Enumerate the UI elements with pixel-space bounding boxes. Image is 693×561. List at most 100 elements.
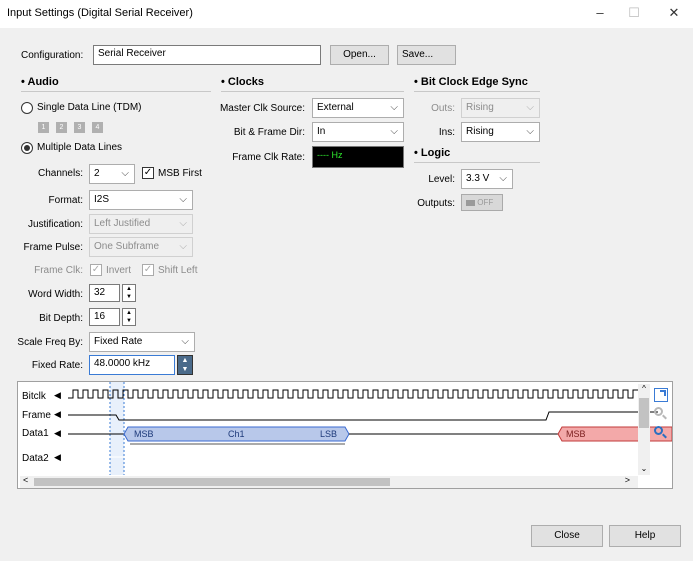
level-label: Level: bbox=[428, 174, 455, 185]
window-title: Input Settings (Digital Serial Receiver) bbox=[7, 7, 193, 19]
fixed-rate-label: Fixed Rate: bbox=[31, 360, 83, 371]
audio-divider bbox=[21, 91, 211, 92]
bit-frame-dir-select[interactable]: In ⌵ bbox=[312, 122, 404, 142]
scale-freq-label: Scale Freq By: bbox=[17, 337, 83, 348]
format-value: I2S bbox=[94, 194, 110, 205]
frame-clk-rate-display: ---- Hz bbox=[312, 146, 404, 168]
minimize-button[interactable]: – bbox=[586, 4, 614, 24]
format-label: Format: bbox=[48, 195, 83, 206]
format-select[interactable]: I2S ⌵ bbox=[89, 190, 193, 210]
data1-msb2-label: MSB bbox=[566, 429, 586, 439]
open-button[interactable]: Open... bbox=[330, 45, 389, 65]
channels-value: 2 bbox=[94, 168, 100, 179]
master-clk-source-label: Master Clk Source: bbox=[219, 103, 305, 114]
cursor-band bbox=[110, 382, 124, 475]
close-button[interactable]: Close bbox=[531, 525, 603, 547]
lane-chip-4[interactable]: 4 bbox=[92, 122, 103, 133]
scale-freq-select[interactable]: Fixed Rate ⌵ bbox=[89, 332, 195, 352]
clocks-heading: • Clocks bbox=[221, 76, 264, 88]
frame-waveform bbox=[68, 411, 658, 421]
chevron-down-icon: ⌵ bbox=[179, 218, 187, 229]
vertical-scroll-thumb[interactable] bbox=[639, 398, 649, 428]
clocks-divider bbox=[221, 91, 404, 92]
justification-value: Left Justified bbox=[94, 218, 151, 229]
data1-ch1-label: Ch1 bbox=[228, 429, 245, 439]
msb-first-checkbox[interactable]: ✓ bbox=[142, 167, 154, 179]
chevron-down-icon: ⌵ bbox=[526, 102, 534, 113]
outs-label: Outs: bbox=[431, 103, 455, 114]
fixed-rate-input[interactable]: 48.0000 kHz bbox=[89, 355, 175, 375]
shift-left-checkbox[interactable]: ✓ bbox=[142, 264, 154, 276]
chevron-down-icon: ⌵ bbox=[390, 102, 398, 113]
scroll-right-icon[interactable]: > bbox=[625, 475, 630, 485]
channels-label: Channels: bbox=[37, 168, 83, 179]
bit-depth-label: Bit Depth: bbox=[39, 313, 83, 324]
chevron-down-icon: ⌵ bbox=[499, 173, 507, 184]
single-data-line-label: Single Data Line (TDM) bbox=[37, 102, 142, 113]
msb-first-label: MSB First bbox=[158, 168, 202, 179]
arrow-left-icon: ◀ bbox=[54, 452, 61, 462]
word-width-spinner[interactable]: ▲ ▼ bbox=[122, 284, 136, 302]
signal-label-data2: Data2 bbox=[22, 453, 49, 464]
word-width-input[interactable]: 32 bbox=[89, 284, 120, 302]
popout-icon[interactable] bbox=[654, 388, 668, 402]
save-button[interactable]: Save... bbox=[397, 45, 456, 65]
master-clk-source-select[interactable]: External ⌵ bbox=[312, 98, 404, 118]
chevron-down-icon: ⌵ bbox=[390, 126, 398, 137]
vertical-scrollbar[interactable]: ^ ⌄ bbox=[638, 384, 650, 475]
waveform-panel[interactable]: Bitclk Frame Data1 Data2 ◀ ◀ ◀ ◀ MSB Ch1… bbox=[17, 381, 673, 489]
chevron-down-icon: ⌵ bbox=[179, 241, 187, 252]
outs-value: Rising bbox=[466, 102, 494, 113]
bitclk-waveform bbox=[68, 389, 638, 399]
signal-label-data1: Data1 bbox=[22, 428, 49, 439]
maximize-button[interactable]: ☐ bbox=[620, 4, 648, 24]
bit-frame-dir-label: Bit & Frame Dir: bbox=[233, 127, 305, 138]
ins-label: Ins: bbox=[438, 127, 455, 138]
scroll-down-icon[interactable]: ⌄ bbox=[638, 464, 650, 473]
zoom-out-icon[interactable] bbox=[654, 426, 668, 440]
channels-select[interactable]: 2 ⌵ bbox=[89, 164, 135, 184]
configuration-field[interactable]: Serial Receiver bbox=[93, 45, 321, 65]
frame-pulse-select[interactable]: One Subframe ⌵ bbox=[89, 237, 193, 257]
lane-chip-1[interactable]: 1 bbox=[38, 122, 49, 133]
audio-heading: • Audio bbox=[21, 76, 59, 88]
word-width-label: Word Width: bbox=[28, 289, 83, 300]
shift-left-label: Shift Left bbox=[158, 265, 198, 276]
horizontal-scroll-thumb[interactable] bbox=[34, 478, 390, 486]
horizontal-scrollbar[interactable]: < > bbox=[20, 475, 638, 488]
level-select[interactable]: 3.3 V ⌵ bbox=[461, 169, 513, 189]
multiple-data-lines-radio[interactable] bbox=[21, 142, 33, 154]
invert-label: Invert bbox=[106, 265, 132, 276]
bit-clock-edge-sync-divider bbox=[414, 91, 540, 92]
lane-chip-3[interactable]: 3 bbox=[74, 122, 85, 133]
outputs-toggle[interactable]: OFF bbox=[461, 194, 503, 211]
toggle-knob-icon bbox=[466, 199, 475, 206]
bit-clock-edge-sync-heading: • Bit Clock Edge Sync bbox=[414, 76, 528, 88]
fixed-rate-spinner[interactable]: ▲ ▼ bbox=[177, 355, 193, 375]
justification-select[interactable]: Left Justified ⌵ bbox=[89, 214, 193, 234]
scroll-up-icon[interactable]: ^ bbox=[638, 384, 650, 393]
multiple-data-lines-label: Multiple Data Lines bbox=[37, 142, 123, 153]
logic-divider bbox=[414, 162, 540, 163]
ins-value: Rising bbox=[466, 126, 494, 137]
close-window-button[interactable]: ✕ bbox=[660, 4, 688, 24]
title-bar: Input Settings (Digital Serial Receiver)… bbox=[0, 0, 693, 28]
bit-depth-spinner[interactable]: ▲ ▼ bbox=[122, 308, 136, 326]
arrow-left-icon: ◀ bbox=[54, 390, 61, 400]
scroll-left-icon[interactable]: < bbox=[23, 475, 28, 485]
zoom-in-icon[interactable] bbox=[654, 407, 668, 421]
help-button[interactable]: Help bbox=[609, 525, 681, 547]
lane-chip-2[interactable]: 2 bbox=[56, 122, 67, 133]
scale-freq-value: Fixed Rate bbox=[94, 336, 143, 347]
bit-depth-input[interactable]: 16 bbox=[89, 308, 120, 326]
logic-heading: • Logic bbox=[414, 147, 451, 159]
chevron-down-icon: ⌵ bbox=[181, 336, 189, 347]
invert-checkbox[interactable]: ✓ bbox=[90, 264, 102, 276]
signal-label-bitclk: Bitclk bbox=[22, 391, 46, 402]
single-data-line-radio[interactable] bbox=[21, 102, 33, 114]
ins-select[interactable]: Rising ⌵ bbox=[461, 122, 540, 142]
outputs-value: OFF bbox=[477, 198, 494, 207]
chevron-down-icon: ⌵ bbox=[526, 126, 534, 137]
outs-select[interactable]: Rising ⌵ bbox=[461, 98, 540, 118]
chevron-down-icon: ⌵ bbox=[179, 194, 187, 205]
